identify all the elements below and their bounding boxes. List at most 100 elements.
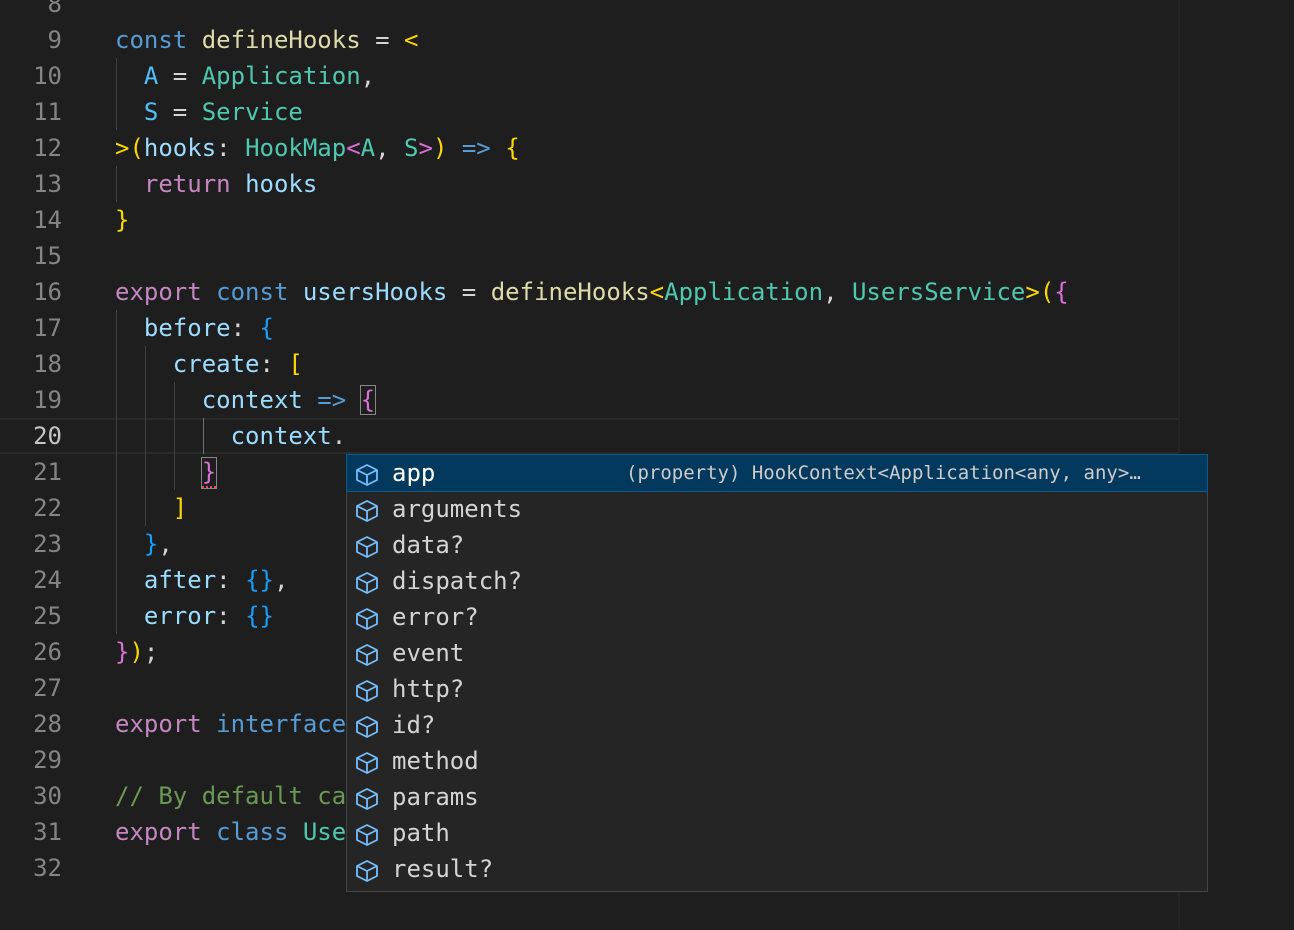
code-line[interactable]: 19 context => { [0,382,1178,418]
code-text: export class Use [115,814,346,850]
suggestion-label: method [392,747,479,775]
code-line[interactable]: 16 export const usersHooks = defineHooks<… [0,274,1178,310]
line-number: 20 [33,422,62,450]
suggestion-item-result[interactable]: result? [347,851,1207,887]
code-token: = [447,278,491,306]
suggestion-item-error[interactable]: error? [347,599,1207,635]
code-token: [ [288,350,303,378]
cube-property-icon [353,821,381,846]
code-token: defineHooks [490,278,650,306]
code-line[interactable]: 18 create: [ [0,346,1178,382]
code-token: context [230,422,332,450]
code-token: Application [664,278,824,306]
code-token: S [404,134,419,162]
code-token: } [200,457,218,489]
suggestion-item-dispatch[interactable]: dispatch? [347,563,1207,599]
code-token: >( [1025,278,1055,306]
autocomplete-popup[interactable]: app (property) HookContext<Application<an… [346,454,1208,892]
code-token: { [1054,278,1069,306]
code-token: const [216,278,303,306]
code-token: // By default ca [115,782,347,810]
code-line[interactable]: 20 context. [0,418,1178,454]
code-token: : [216,602,246,630]
cube-property-icon [353,569,381,594]
cube-property-icon [353,677,381,702]
suggestion-item-arguments[interactable]: arguments [347,491,1207,527]
cube-property-icon [353,533,381,558]
suggestion-label: arguments [392,495,523,523]
line-number: 30 [33,782,62,810]
line-number: 22 [33,494,62,522]
cube-property-icon [353,857,381,882]
line-number: 32 [33,854,62,882]
code-token: {} [245,602,274,630]
code-text: S = Service [115,94,303,130]
suggestion-item-http[interactable]: http? [347,671,1207,707]
suggestion-item-app[interactable]: app (property) HookContext<Application<an… [346,454,1208,492]
code-token: = [360,26,405,54]
suggestion-label: dispatch? [392,567,523,595]
suggestion-item-id[interactable]: id? [347,707,1207,743]
suggestion-item-params[interactable]: params [347,779,1207,815]
code-line[interactable]: 8 [0,0,1178,22]
code-line[interactable]: 11 S = Service [0,94,1178,130]
suggestion-item-event[interactable]: event [347,635,1207,671]
code-token: , [375,134,405,162]
cube-property-icon [353,497,381,522]
line-number: 17 [33,314,62,342]
code-token: } [143,530,159,558]
line-number: 9 [47,26,62,54]
cube-property-icon [353,461,381,486]
code-token: < [346,134,361,162]
code-token: >( [115,134,144,162]
code-token: A [143,62,159,90]
code-token: > [418,134,433,162]
code-text: error: {} [115,598,274,634]
code-line[interactable]: 12 >(hooks: HookMap<A, S>) => { [0,130,1178,166]
code-text: after: {}, [115,562,289,598]
code-token: class [216,818,303,846]
suggestion-item-data[interactable]: data? [347,527,1207,563]
code-text: ] [115,490,187,526]
suggestion-item-path[interactable]: path [347,815,1207,851]
code-line[interactable]: 15 [0,238,1178,274]
line-number: 15 [33,242,62,270]
code-text: return hooks [115,166,317,202]
code-line[interactable]: 17 before: { [0,310,1178,346]
code-line[interactable]: 10 A = Application, [0,58,1178,94]
code-token: S [143,98,159,126]
code-token: , [273,566,289,594]
code-token: , [158,530,173,558]
code-text: export interface [115,706,361,742]
line-number: 16 [33,278,62,306]
line-number: 27 [33,674,62,702]
code-token: A [360,134,376,162]
code-text: export const usersHooks = defineHooks<Ap… [115,274,1069,310]
code-token: , [823,278,852,306]
code-line[interactable]: 9 const defineHooks = < [0,22,1178,58]
code-token: usersHooks [302,278,448,306]
line-number: 14 [33,206,62,234]
code-text: const defineHooks = < [115,22,418,58]
code-token: HookMap [245,134,347,162]
code-token: {} [245,566,274,594]
suggestion-label: error? [392,603,479,631]
code-text: }, [115,526,173,562]
code-token: = [158,62,202,90]
suggestion-item-method[interactable]: method [347,743,1207,779]
line-number: 18 [33,350,62,378]
suggestion-label: params [392,783,479,811]
code-line[interactable]: 14} [0,202,1178,238]
line-number: 24 [33,566,62,594]
code-token: create [172,350,260,378]
suggestion-label: http? [392,675,465,703]
code-line[interactable]: 13 return hooks [0,166,1178,202]
code-token: : [259,350,289,378]
code-token: => [302,386,361,414]
